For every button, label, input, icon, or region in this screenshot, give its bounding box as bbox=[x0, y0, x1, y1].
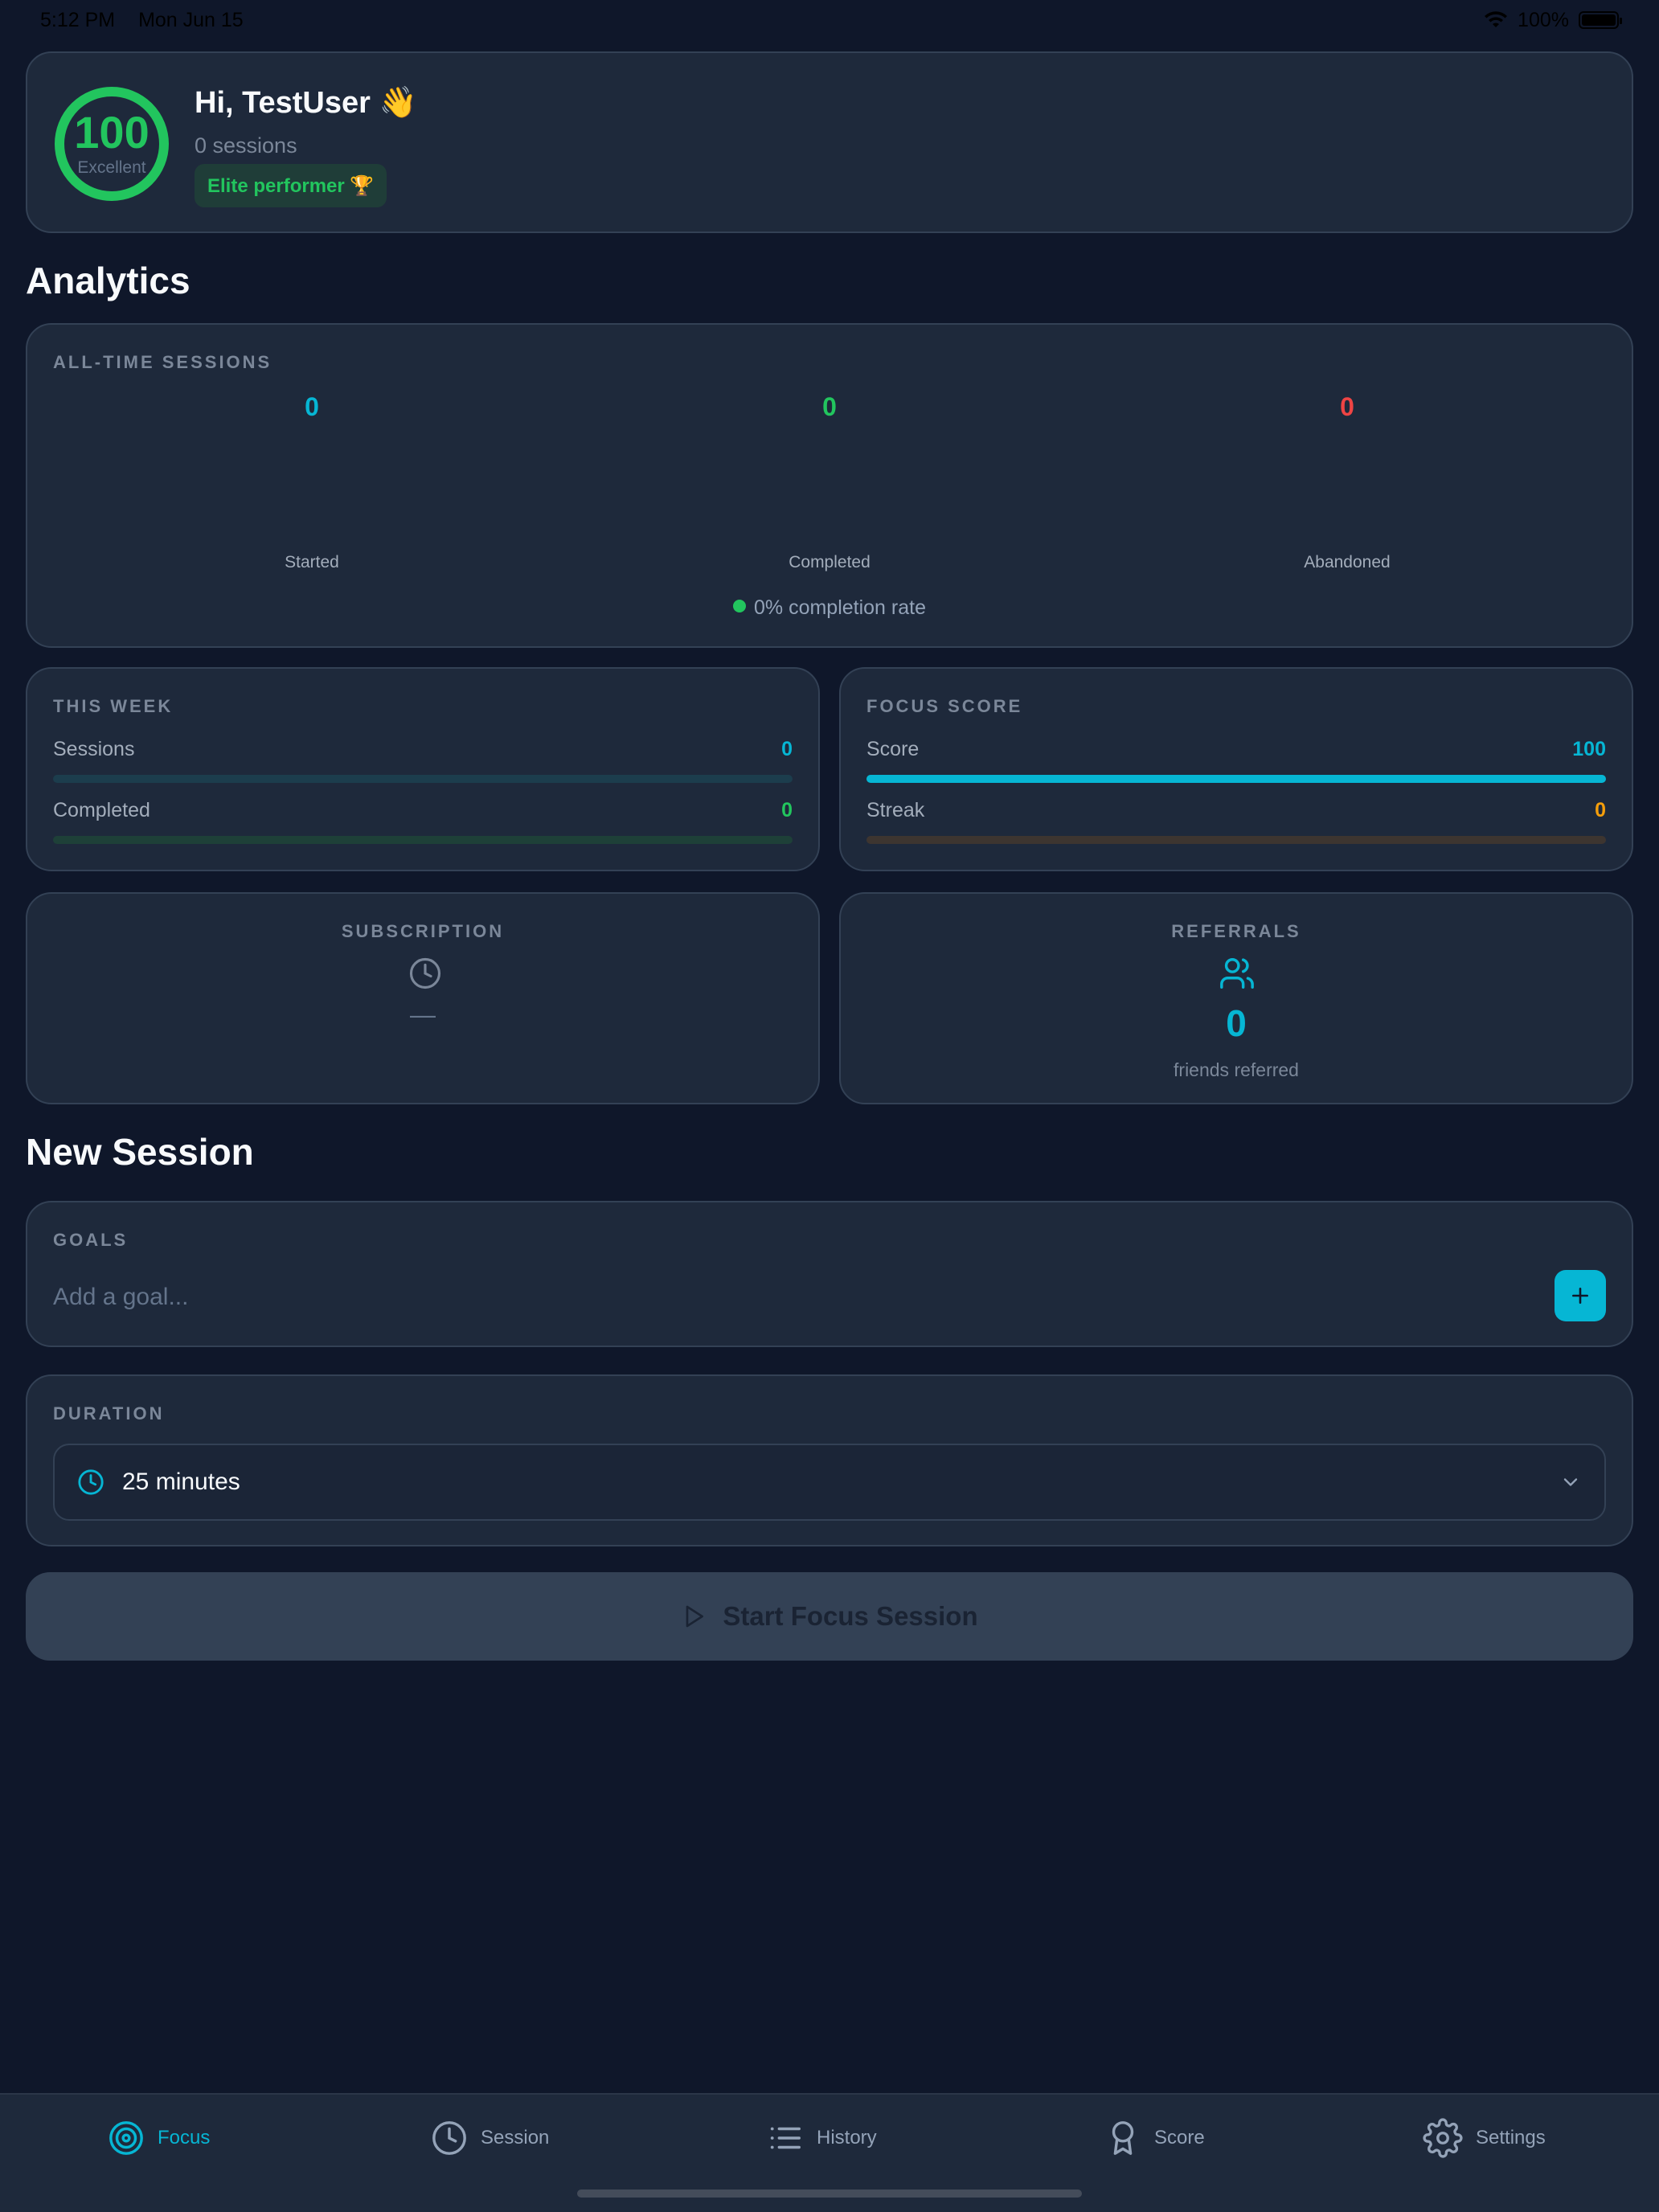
referrals-caption: friends referred bbox=[1174, 1059, 1299, 1080]
all-time-label: ALL-TIME SESSIONS bbox=[53, 352, 272, 372]
focus-score-card: FOCUS SCORE Score 100 Streak 0 bbox=[839, 667, 1633, 871]
tab-score[interactable]: Score bbox=[1104, 2116, 1205, 2161]
new-session-heading: New Session bbox=[26, 1131, 254, 1173]
goal-input[interactable] bbox=[53, 1275, 1500, 1320]
subscription-value: — bbox=[410, 1000, 436, 1029]
streak-progress bbox=[866, 836, 1606, 844]
tab-settings-label: Settings bbox=[1476, 2127, 1546, 2149]
status-bar: 5:12 PM Mon Jun 15 100% bbox=[0, 0, 1659, 40]
app-screen: 5:12 PM Mon Jun 15 100% 100 Excellent Hi… bbox=[0, 0, 1659, 2212]
greeting: Hi, TestUser 👋 bbox=[195, 86, 417, 120]
tab-history[interactable]: History bbox=[767, 2116, 877, 2161]
home-indicator bbox=[577, 2189, 1082, 2198]
list-icon bbox=[770, 2127, 801, 2149]
referrals-label: REFERRALS bbox=[1171, 921, 1301, 941]
streak-label: Streak bbox=[866, 799, 925, 821]
abandoned-label: Abandoned bbox=[1304, 553, 1391, 571]
tab-session-label: Session bbox=[481, 2127, 550, 2149]
week-sessions-value: 0 bbox=[781, 738, 793, 760]
users-icon bbox=[1220, 958, 1254, 989]
tab-score-label: Score bbox=[1154, 2127, 1205, 2149]
award-icon bbox=[1112, 2121, 1134, 2155]
completion-rate-text: 0% completion rate bbox=[753, 596, 926, 619]
completed-value: 0 bbox=[822, 392, 837, 421]
subscription-label: SUBSCRIPTION bbox=[341, 921, 505, 941]
duration-label: DURATION bbox=[53, 1403, 165, 1423]
add-goal-button[interactable] bbox=[1555, 1270, 1606, 1321]
week-sessions-row: Sessions 0 bbox=[53, 738, 793, 761]
goals-label: GOALS bbox=[53, 1230, 129, 1250]
score-row-label: Score bbox=[866, 738, 920, 760]
duration-select[interactable]: 25 minutes bbox=[53, 1444, 1606, 1521]
week-sessions-progress bbox=[53, 775, 793, 783]
this-week-label: THIS WEEK bbox=[53, 696, 174, 716]
referrals-count: 0 bbox=[1226, 1002, 1247, 1044]
tab-history-label: History bbox=[817, 2127, 877, 2149]
battery-percent: 100% bbox=[1518, 8, 1569, 31]
score-ring-value: 100 bbox=[74, 107, 150, 158]
tab-focus[interactable]: Focus bbox=[108, 2116, 210, 2161]
score-row: Score 100 bbox=[866, 738, 1606, 761]
goals-card: GOALS bbox=[26, 1201, 1633, 1347]
completion-rate: 0% completion rate bbox=[27, 596, 1632, 620]
clock-icon bbox=[432, 2121, 466, 2155]
focus-score-label: FOCUS SCORE bbox=[866, 696, 1023, 716]
status-badge: Elite performer 🏆 bbox=[195, 164, 387, 207]
clock-icon bbox=[409, 957, 441, 989]
score-ring-label: Excellent bbox=[77, 158, 146, 177]
tab-focus-label: Focus bbox=[158, 2127, 211, 2149]
start-focus-session-button[interactable]: Start Focus Session bbox=[26, 1572, 1633, 1661]
score-ring: 100 Excellent bbox=[55, 87, 169, 201]
started-stat: 0 Started bbox=[151, 392, 473, 571]
sessions-count: 0 sessions bbox=[195, 133, 297, 158]
analytics-heading: Analytics bbox=[26, 260, 190, 301]
subscription-card[interactable]: SUBSCRIPTION — bbox=[26, 892, 820, 1104]
green-dot-icon bbox=[732, 600, 746, 613]
clock-icon bbox=[78, 1469, 104, 1495]
started-value: 0 bbox=[305, 392, 319, 421]
week-completed-row: Completed 0 bbox=[53, 799, 793, 822]
duration-value: 25 minutes bbox=[122, 1469, 240, 1495]
streak-row: Streak 0 bbox=[866, 799, 1606, 822]
profile-card: 100 Excellent Hi, TestUser 👋 0 sessions … bbox=[26, 51, 1633, 233]
score-row-value: 100 bbox=[1572, 738, 1606, 760]
started-label: Started bbox=[285, 553, 339, 571]
gear-icon bbox=[1423, 2118, 1463, 2158]
week-sessions-label: Sessions bbox=[53, 738, 135, 760]
tab-settings[interactable]: Settings bbox=[1423, 2116, 1546, 2161]
status-date: Mon Jun 15 bbox=[138, 8, 244, 31]
streak-value: 0 bbox=[1595, 799, 1606, 821]
referrals-card[interactable]: REFERRALS 0 friends referred bbox=[839, 892, 1633, 1104]
week-completed-label: Completed bbox=[53, 799, 150, 821]
target-icon bbox=[109, 2121, 143, 2155]
completed-stat: 0 Completed bbox=[669, 392, 990, 571]
abandoned-stat: 0 Abandoned bbox=[1186, 392, 1508, 571]
chevron-down-icon bbox=[1563, 1478, 1578, 1486]
abandoned-value: 0 bbox=[1340, 392, 1354, 421]
this-week-card: THIS WEEK Sessions 0 Completed 0 bbox=[26, 667, 820, 871]
play-icon bbox=[686, 1605, 704, 1628]
tab-session[interactable]: Session bbox=[431, 2116, 549, 2161]
week-completed-progress bbox=[53, 836, 793, 844]
status-time: 5:12 PM bbox=[40, 8, 116, 31]
week-completed-value: 0 bbox=[781, 799, 793, 821]
score-progress bbox=[866, 775, 1606, 783]
battery-icon bbox=[1579, 11, 1622, 29]
completed-label: Completed bbox=[789, 553, 870, 571]
plus-icon bbox=[1572, 1288, 1588, 1304]
start-focus-session-label: Start Focus Session bbox=[723, 1601, 978, 1631]
duration-card: DURATION 25 minutes bbox=[26, 1374, 1633, 1546]
wifi-icon bbox=[1485, 11, 1508, 27]
all-time-sessions-card: ALL-TIME SESSIONS 0 Started 0 Completed … bbox=[26, 323, 1633, 648]
